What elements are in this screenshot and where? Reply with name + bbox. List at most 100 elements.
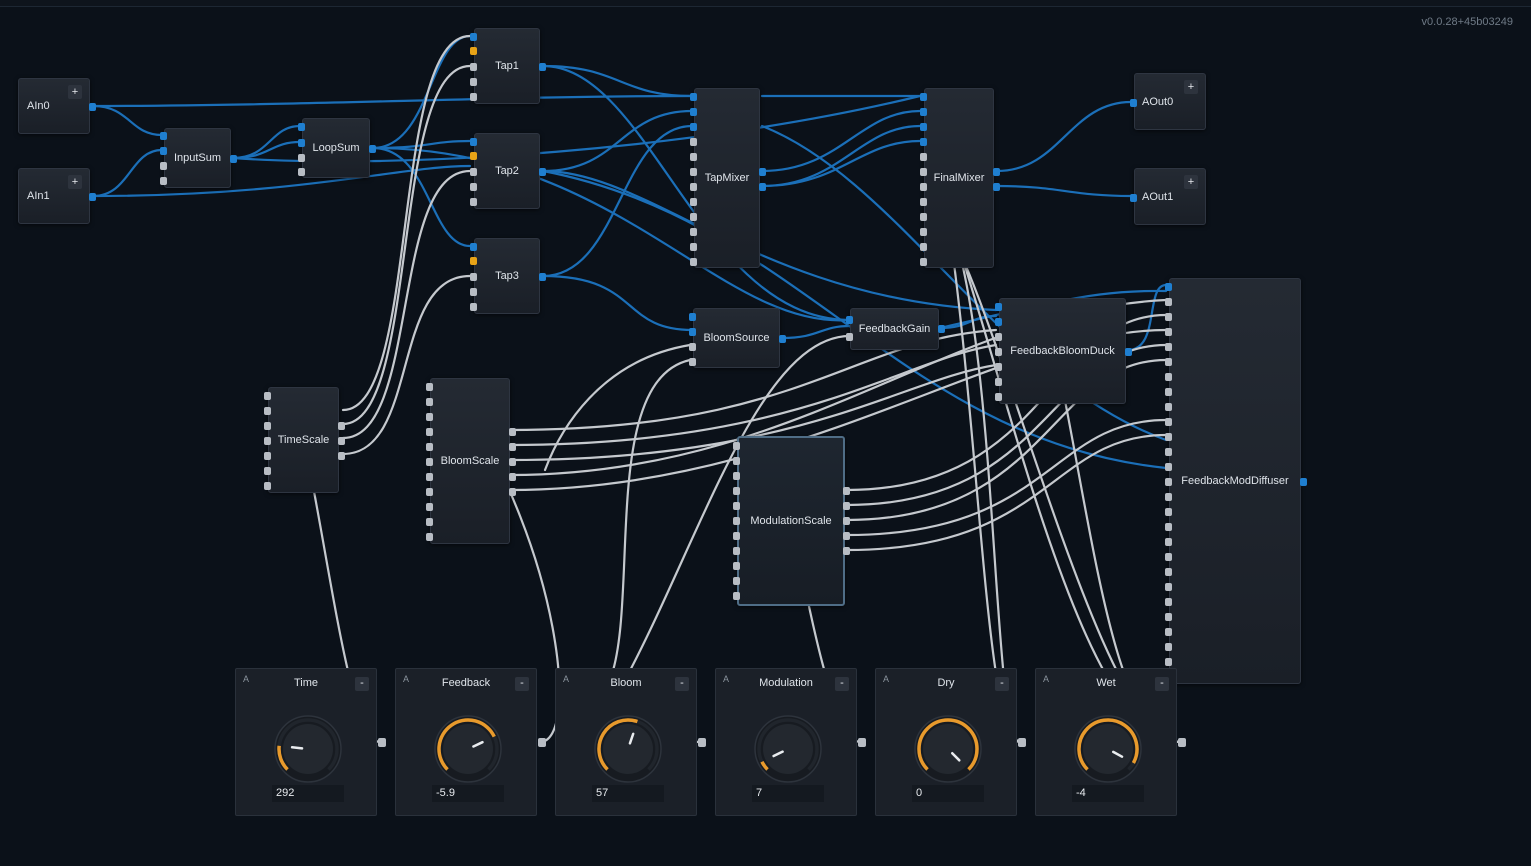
input-port[interactable] [733,547,740,555]
input-port[interactable] [298,168,305,176]
node-ain1[interactable]: AIn1 + [18,168,96,224]
input-port[interactable] [298,154,305,162]
node-ain0[interactable]: AIn0 + [18,78,96,134]
input-port[interactable] [1165,328,1172,336]
node-tap2[interactable]: Tap2 [470,133,546,209]
input-port[interactable] [690,228,697,236]
input-port[interactable] [426,458,433,466]
input-port[interactable] [733,442,740,450]
input-port[interactable] [1165,553,1172,561]
input-port[interactable] [920,138,927,146]
input-port[interactable] [1165,343,1172,351]
input-port[interactable] [1165,373,1172,381]
collapse-button[interactable]: - [675,677,689,691]
node-aout0[interactable]: AOut0 + [1130,73,1206,130]
input-port[interactable] [733,502,740,510]
input-port[interactable] [470,273,477,281]
input-port[interactable] [995,393,1002,401]
output-port[interactable] [338,437,345,445]
input-port[interactable] [690,93,697,101]
collapse-button[interactable]: - [515,677,529,691]
output-port[interactable] [509,443,516,451]
node-inputsum[interactable]: InputSum [160,128,237,188]
output-port[interactable] [1178,738,1186,747]
output-port[interactable] [539,273,546,281]
input-port[interactable] [1165,463,1172,471]
output-port[interactable] [843,547,850,555]
output-port[interactable] [1300,478,1307,486]
input-port[interactable] [920,198,927,206]
input-port[interactable] [160,162,167,170]
output-port[interactable] [539,168,546,176]
input-port[interactable] [920,183,927,191]
input-port[interactable] [1165,403,1172,411]
input-port[interactable] [1165,598,1172,606]
add-button[interactable]: + [68,175,82,189]
input-port[interactable] [995,363,1002,371]
collapse-button[interactable]: - [355,677,369,691]
input-port[interactable] [160,177,167,185]
input-port[interactable] [426,518,433,526]
input-port[interactable] [426,473,433,481]
input-port[interactable] [426,413,433,421]
input-port[interactable] [920,123,927,131]
input-port[interactable] [1165,448,1172,456]
input-port[interactable] [470,303,477,311]
input-port[interactable] [689,313,696,321]
feedback-knob[interactable] [433,714,503,784]
time-knob[interactable] [273,714,343,784]
input-port[interactable] [733,517,740,525]
output-port[interactable] [843,517,850,525]
input-port[interactable] [690,153,697,161]
input-port[interactable] [1165,538,1172,546]
input-port[interactable] [264,437,271,445]
node-feedbackgain[interactable]: FeedbackGain [846,308,945,350]
input-port[interactable] [846,333,853,341]
output-port[interactable] [538,738,546,747]
input-port[interactable] [470,63,477,71]
input-port[interactable] [264,392,271,400]
input-port[interactable] [995,378,1002,386]
value-field[interactable]: 0 [912,785,984,802]
input-port[interactable] [1165,508,1172,516]
input-port[interactable] [426,383,433,391]
input-port[interactable] [920,228,927,236]
node-modulationscale[interactable]: ModulationScale [733,436,850,606]
input-port[interactable] [426,428,433,436]
input-port[interactable] [1165,283,1172,291]
input-port[interactable] [1165,643,1172,651]
input-port[interactable] [690,183,697,191]
input-port[interactable] [1165,298,1172,306]
input-port[interactable] [470,78,477,86]
input-port[interactable] [690,108,697,116]
input-port[interactable] [470,198,477,206]
output-port[interactable] [993,168,1000,176]
node-feedbackmoddiffuser[interactable]: FeedbackModDiffuser [1165,278,1307,684]
input-port[interactable] [1165,388,1172,396]
input-port[interactable] [1165,523,1172,531]
collapse-button[interactable]: - [995,677,1009,691]
value-field[interactable]: -4 [1072,785,1144,802]
node-bloomsource[interactable]: BloomSource [689,308,786,368]
input-port[interactable] [470,33,477,41]
input-port[interactable] [1165,358,1172,366]
output-port[interactable] [1018,738,1026,747]
value-field[interactable]: 57 [592,785,664,802]
input-port[interactable] [160,132,167,140]
gate-port[interactable] [470,257,477,265]
output-port[interactable] [338,452,345,460]
input-port[interactable] [1165,418,1172,426]
input-port[interactable] [690,258,697,266]
input-port[interactable] [426,488,433,496]
input-port[interactable] [995,333,1002,341]
input-port[interactable] [426,533,433,541]
input-port[interactable] [846,316,853,324]
input-port[interactable] [264,422,271,430]
output-port[interactable] [509,488,516,496]
input-port[interactable] [689,343,696,351]
input-port[interactable] [1165,583,1172,591]
dry-knob[interactable] [913,714,983,784]
input-port[interactable] [264,482,271,490]
output-port[interactable] [759,183,766,191]
input-port[interactable] [920,213,927,221]
